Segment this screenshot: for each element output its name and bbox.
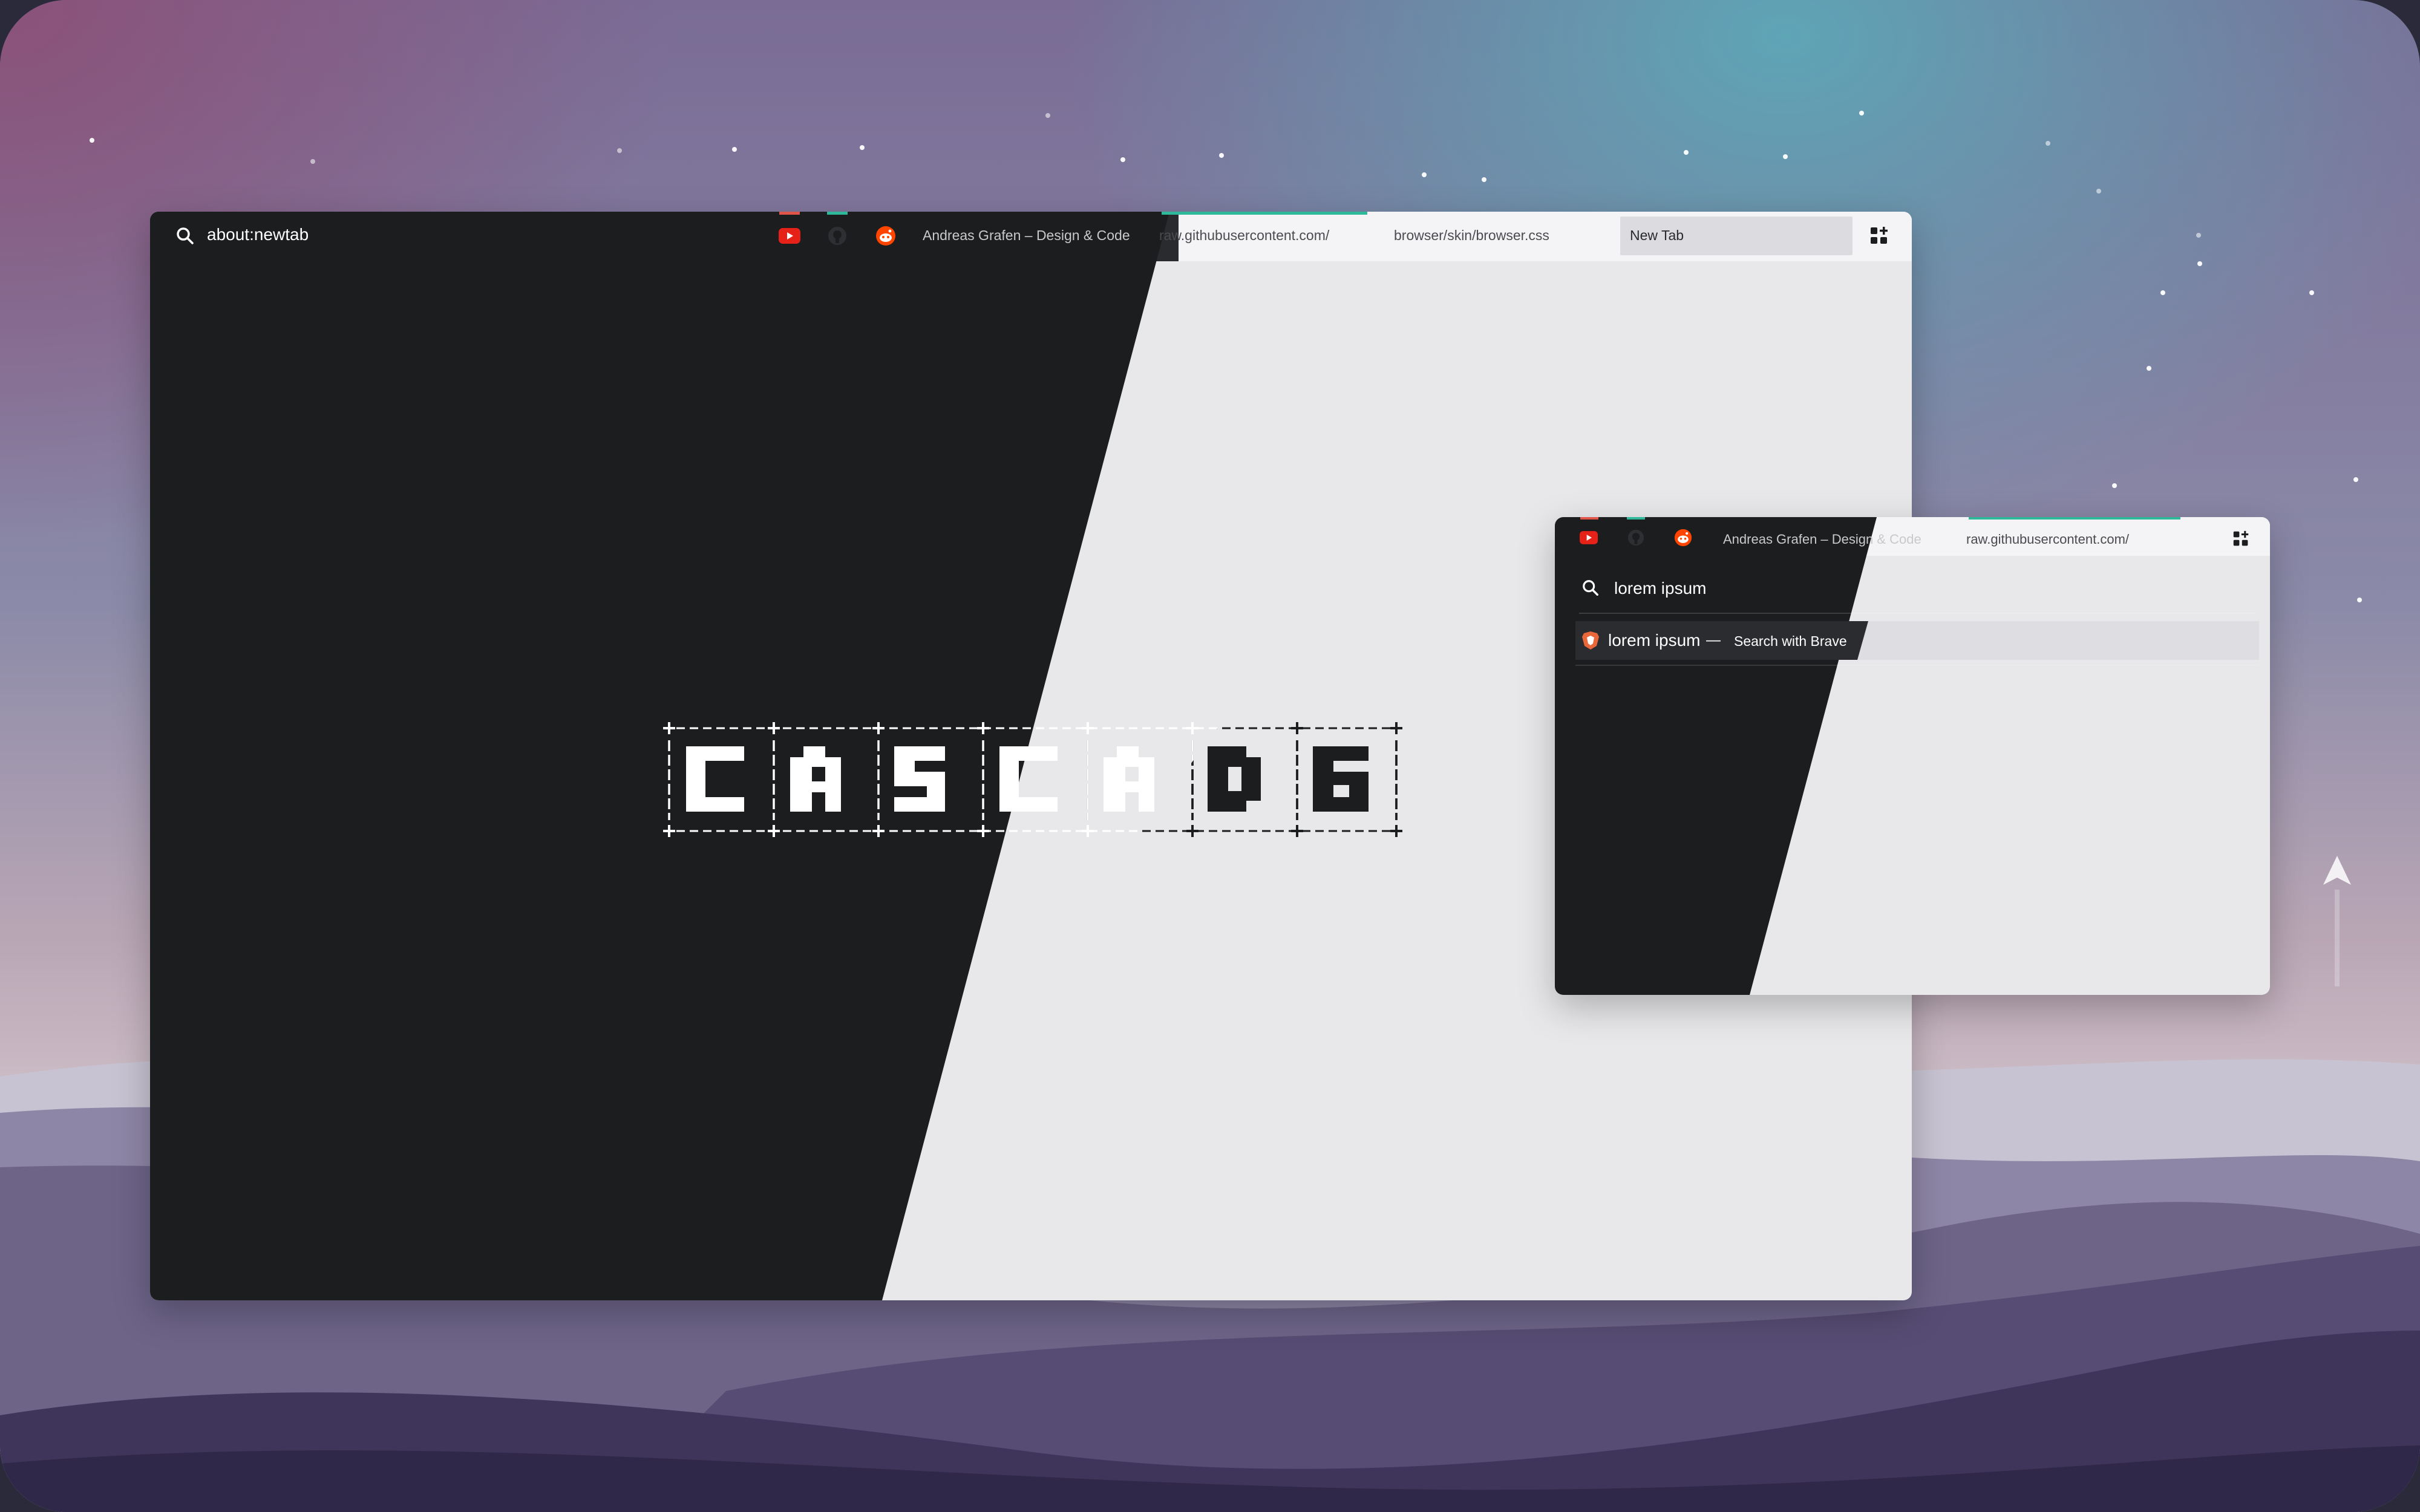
search-input[interactable]: lorem ipsum [1614, 579, 1706, 598]
star [2046, 141, 2050, 146]
tab-reddit[interactable] [875, 225, 897, 247]
tab-indicator [779, 212, 800, 215]
tab-indicator [1969, 517, 2180, 520]
star [617, 148, 622, 153]
star [1045, 113, 1050, 118]
tab-indicator [1627, 517, 1645, 520]
star [2357, 598, 2362, 602]
youtube-icon [1580, 531, 1598, 544]
star [90, 138, 94, 143]
star [860, 145, 865, 150]
star [1422, 172, 1427, 177]
reddit-icon [1674, 529, 1692, 547]
desktop: about:newtab Andreas Grafen – Design & C… [0, 0, 2420, 1512]
search-suggestion-row[interactable]: lorem ipsum — Search with Brave Search w… [1575, 621, 2259, 660]
tab-new-tab-active[interactable]: New Tab [1620, 217, 1853, 255]
tab-github[interactable] [826, 225, 848, 247]
tab-indicator [827, 212, 848, 215]
tab-youtube[interactable] [1579, 528, 1598, 547]
star [1219, 153, 1224, 158]
search-icon [177, 227, 194, 244]
tab-new-tab-label: New Tab [1630, 227, 1684, 243]
suggestion-action: Search with Brave [1734, 633, 1847, 650]
tab-indicator [1162, 212, 1367, 215]
github-icon [1627, 529, 1644, 546]
tab-browser-css[interactable]: browser/skin/browser.css [1394, 227, 1549, 244]
github-icon [828, 227, 846, 245]
tab-indicator [1580, 517, 1598, 520]
tab-reddit[interactable] [1673, 528, 1693, 547]
star [2196, 233, 2201, 238]
tab-github[interactable] [1626, 528, 1646, 547]
star [310, 159, 315, 164]
star [2096, 189, 2101, 194]
youtube-icon [779, 228, 800, 244]
tab-youtube[interactable] [779, 225, 800, 247]
suggestion-separator: — [1706, 632, 1721, 648]
star [1783, 154, 1788, 159]
star [1120, 157, 1125, 162]
star [732, 147, 737, 152]
tab-andreas-grafen[interactable]: Andreas Grafen – Design & Code [923, 227, 1130, 244]
reddit-icon [876, 226, 895, 246]
star [2147, 366, 2151, 371]
star [2353, 477, 2358, 482]
star [1684, 150, 1689, 155]
suggestion-divider [1575, 665, 2259, 666]
up-arrow-icon [2323, 856, 2351, 986]
browser-window-small: Andreas Grafen – Design & Code raw.githu… [1555, 517, 2270, 995]
star [2197, 261, 2202, 266]
star [2112, 483, 2117, 488]
cascade-logo [662, 721, 1404, 838]
star [2160, 290, 2165, 295]
add-tab-grid-icon[interactable] [2232, 530, 2249, 547]
suggestion-query: lorem ipsum [1608, 631, 1701, 650]
add-tab-grid-icon[interactable] [1869, 226, 1889, 246]
search-icon [1583, 580, 1598, 596]
brave-icon [1582, 631, 1599, 650]
search-divider [1579, 613, 2257, 614]
star [1859, 111, 1864, 116]
tab-raw-githubusercontent[interactable]: raw.githubusercontent.com/ [1966, 532, 2129, 547]
star [2309, 290, 2314, 295]
star [1482, 177, 1486, 182]
suggestion-action-label: Search with Brave [1734, 633, 1847, 649]
tab-andreas-grafen[interactable]: Andreas Grafen – Design & Code [1723, 532, 1921, 547]
url-input[interactable]: about:newtab [207, 225, 309, 244]
tab-raw-githubusercontent[interactable]: raw.githubusercontent.com/ [1159, 227, 1329, 244]
